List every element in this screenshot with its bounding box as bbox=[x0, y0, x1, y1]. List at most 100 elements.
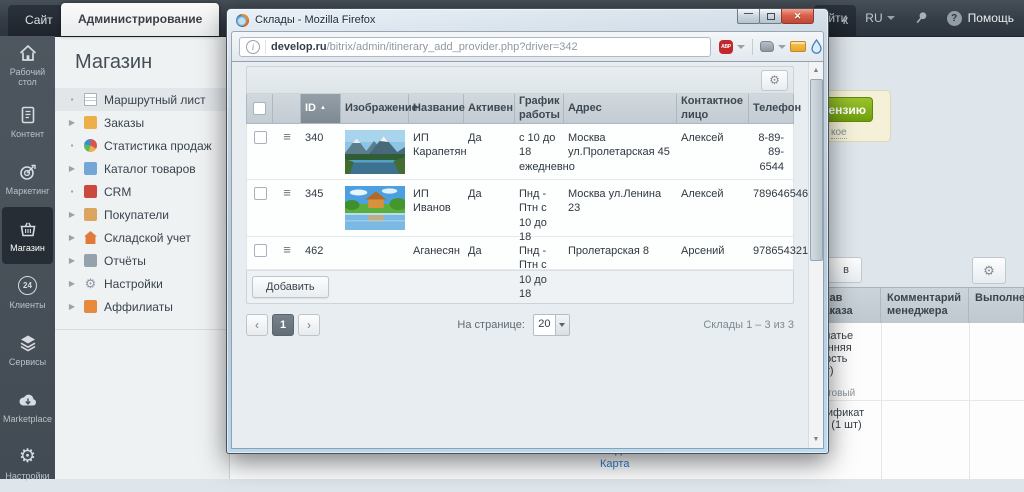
adblock-icon[interactable]: ABP bbox=[719, 40, 733, 54]
row-select-cell bbox=[247, 237, 273, 269]
grid-settings-button[interactable]: ⚙ bbox=[761, 70, 788, 91]
cloud-download-icon bbox=[17, 389, 39, 411]
sidebar-item-статистика-продаж[interactable]: ▪Статистика продаж bbox=[55, 134, 229, 157]
row-checkbox[interactable] bbox=[254, 187, 267, 200]
expand-arrow-icon[interactable]: ▶ bbox=[67, 256, 77, 265]
select-all-checkbox[interactable] bbox=[253, 102, 266, 115]
next-page-button[interactable]: › bbox=[298, 314, 320, 336]
tab-administration[interactable]: Администрирование bbox=[61, 3, 219, 36]
sidebar-item-складской-учет[interactable]: ▶Складской учет bbox=[55, 226, 229, 249]
row-checkbox[interactable] bbox=[254, 131, 267, 144]
cell-contact: Арсений bbox=[677, 237, 749, 269]
help-label: Помощь bbox=[968, 11, 1014, 25]
rail-item-магазин[interactable]: Магазин bbox=[2, 207, 53, 264]
drop-addon-icon[interactable] bbox=[810, 39, 823, 54]
language-selector[interactable]: RU bbox=[865, 11, 894, 25]
expand-arrow-icon[interactable]: ▶ bbox=[67, 279, 77, 288]
sidebar-item-маршрутный-лист[interactable]: ▪Маршрутный лист bbox=[55, 88, 229, 111]
rail-item-рабочий-стол[interactable]: Рабочий стол bbox=[0, 36, 55, 93]
column-header-phone[interactable]: Телефон bbox=[749, 94, 805, 123]
sidebar-item-настройки[interactable]: ▶⚙Настройки bbox=[55, 272, 229, 295]
window-title: Склады - Mozilla Firefox bbox=[255, 14, 375, 26]
warehouse-row-345[interactable]: ≡345ИП ИвановДаПнд - Птн с 10 до 18Москв… bbox=[246, 180, 794, 237]
grid-rows: ≡340ИП КарапетянДас 10 до 18 ежедневноМо… bbox=[246, 124, 794, 270]
close-button[interactable]: ✕ bbox=[781, 9, 814, 24]
card-addon-icon[interactable] bbox=[790, 41, 806, 52]
rail-item-клиенты[interactable]: 24Клиенты bbox=[0, 264, 55, 321]
sidebar-item-label: Маршрутный лист bbox=[104, 93, 206, 107]
grid-header-row: ID▲ИзображениеНазваниеАктивенГрафик рабо… bbox=[246, 94, 794, 124]
divider bbox=[265, 40, 266, 54]
warehouse-row-340[interactable]: ≡340ИП КарапетянДас 10 до 18 ежедневноМо… bbox=[246, 124, 794, 180]
maximize-button[interactable] bbox=[759, 9, 782, 24]
browser-viewport: ⚙ ID▲ИзображениеНазваниеАктивенГрафик ра… bbox=[231, 61, 824, 449]
window-scrollbar[interactable]: ▲ ▼ bbox=[808, 62, 823, 448]
addon-dropdown-icon[interactable] bbox=[778, 45, 786, 49]
column-header-id[interactable]: ID▲ bbox=[301, 94, 341, 123]
window-controls: — ✕ bbox=[738, 9, 814, 24]
select-dropdown-button[interactable] bbox=[555, 315, 569, 335]
pin-icon[interactable] bbox=[913, 10, 929, 26]
page-size-select[interactable]: 20 bbox=[533, 314, 570, 336]
row-menu-cell: ≡ bbox=[273, 237, 301, 269]
sidebar-item-покупатели[interactable]: ▶Покупатели bbox=[55, 203, 229, 226]
scroll-up-arrow[interactable]: ▲ bbox=[809, 63, 823, 78]
expand-arrow-icon[interactable]: ▶ bbox=[67, 118, 77, 127]
page-size-value: 20 bbox=[534, 315, 555, 335]
warehouse-row-462[interactable]: ≡462АганесянДаПнд - Птн с 10 до 18Пролет… bbox=[246, 237, 794, 270]
row-select-cell bbox=[247, 124, 273, 179]
bullet-icon: ▪ bbox=[67, 141, 77, 150]
rail-item-контент[interactable]: Контент bbox=[0, 93, 55, 150]
add-button[interactable]: Добавить bbox=[252, 276, 329, 298]
column-header-addr[interactable]: Адрес bbox=[564, 94, 677, 123]
sidebar-item-аффилиаты[interactable]: ▶ Аффилиаты bbox=[55, 295, 229, 318]
addon-icon[interactable] bbox=[760, 41, 774, 52]
column-header-cont[interactable]: Контактное лицо bbox=[677, 94, 749, 123]
grid-toolbar: ⚙ bbox=[246, 66, 794, 94]
url-bar[interactable]: i develop.ru/bitrix/admin/itinerary_add_… bbox=[239, 37, 711, 57]
sidebar-item-label: Отчёты bbox=[104, 254, 146, 268]
expand-arrow-icon[interactable]: ▶ bbox=[67, 302, 77, 311]
topbar-right-group: Выйти RU ? Помощь bbox=[812, 0, 1024, 36]
help-menu[interactable]: ? Помощь bbox=[947, 11, 1014, 26]
map-link[interactable]: Карта bbox=[600, 458, 629, 470]
column-header-img[interactable]: Изображение bbox=[341, 94, 409, 123]
expand-arrow-icon[interactable]: ▶ bbox=[67, 210, 77, 219]
expand-arrow-icon[interactable]: ▶ bbox=[67, 164, 77, 173]
warehouse-image-mountain-lake[interactable] bbox=[345, 130, 405, 174]
sidebar-item-заказы[interactable]: ▶Заказы bbox=[55, 111, 229, 134]
minimize-button[interactable]: — bbox=[737, 9, 760, 24]
background-orders-grid-body: Платьесенняягкостьшт)т:летовыйртификат00… bbox=[812, 323, 1024, 479]
adblock-dropdown-icon[interactable] bbox=[737, 45, 745, 49]
row-actions-menu-icon[interactable]: ≡ bbox=[283, 244, 291, 255]
sidebar-item-label: Аффилиаты bbox=[104, 300, 173, 314]
customers-icon bbox=[84, 208, 97, 221]
rail-item-marketplace[interactable]: Marketplace bbox=[0, 378, 55, 435]
license-link[interactable]: кое bbox=[831, 127, 847, 139]
scrollbar-thumb[interactable] bbox=[810, 79, 823, 261]
column-header-sch[interactable]: График работы bbox=[515, 94, 564, 123]
row-menu-header-cell bbox=[273, 94, 301, 123]
sidebar-item-отчёты[interactable]: ▶ Отчёты bbox=[55, 249, 229, 272]
current-page-button[interactable]: 1 bbox=[272, 314, 294, 336]
cell-schedule: с 10 до 18 ежедневно bbox=[515, 124, 564, 179]
expand-arrow-icon[interactable]: ▶ bbox=[67, 233, 77, 242]
url-host: develop.ru bbox=[271, 41, 327, 53]
rail-item-маркетинг[interactable]: Маркетинг bbox=[0, 150, 55, 207]
background-grid-settings-button[interactable]: ⚙ bbox=[972, 257, 1006, 284]
sidebar-item-crm[interactable]: ▪CRM bbox=[55, 180, 229, 203]
column-header-name[interactable]: Название bbox=[409, 94, 464, 123]
scroll-down-arrow[interactable]: ▼ bbox=[809, 432, 823, 447]
rail-item-label: Настройки bbox=[5, 471, 49, 481]
row-checkbox[interactable] bbox=[254, 244, 267, 257]
rail-item-настройки[interactable]: ⚙Настройки bbox=[0, 435, 55, 492]
site-info-icon[interactable]: i bbox=[246, 40, 260, 54]
row-actions-menu-icon[interactable]: ≡ bbox=[283, 131, 291, 142]
rail-item-сервисы[interactable]: Сервисы bbox=[0, 321, 55, 378]
sidebar-item-каталог-товаров[interactable]: ▶Каталог товаров bbox=[55, 157, 229, 180]
prev-page-button[interactable]: ‹ bbox=[246, 314, 268, 336]
module-icon-rail: Рабочий столКонтентМаркетингМагазин24Кли… bbox=[0, 36, 55, 479]
warehouse-image-house-lake[interactable] bbox=[345, 186, 405, 230]
row-actions-menu-icon[interactable]: ≡ bbox=[283, 187, 291, 198]
column-header-act[interactable]: Активен bbox=[464, 94, 515, 123]
